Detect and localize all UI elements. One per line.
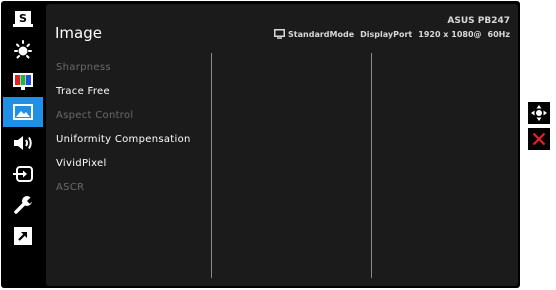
sidebar-item-sound[interactable]	[3, 128, 43, 158]
menu-item-ascr[interactable]: ASCR	[56, 182, 84, 193]
sidebar-item-color[interactable]	[3, 66, 43, 96]
osd-controls	[528, 102, 550, 182]
sidebar-item-shortcut[interactable]	[3, 221, 43, 251]
brightness-icon	[14, 40, 32, 59]
refresh-text: 60Hz	[487, 29, 510, 39]
page-title: Image	[55, 24, 102, 42]
menu-item-trace-free[interactable]: Trace Free	[56, 86, 110, 97]
close-icon	[532, 132, 546, 146]
sound-icon	[14, 136, 32, 150]
menu-item-vividpixel[interactable]: VividPixel	[56, 158, 107, 169]
splendid-icon-label: S	[19, 12, 27, 25]
menu-item-sharpness[interactable]: Sharpness	[56, 62, 111, 73]
system-setup-icon	[14, 196, 34, 214]
sidebar-item-brightness[interactable]	[3, 35, 43, 65]
mode-text: StandardMode	[288, 29, 355, 39]
close-button[interactable]	[528, 128, 550, 150]
image-icon	[13, 104, 33, 120]
column-divider	[211, 53, 212, 278]
sidebar: S	[3, 4, 43, 287]
splendid-icon: S	[13, 11, 33, 27]
sidebar-item-image[interactable]	[3, 97, 43, 127]
main-panel: Image ASUS PB247 StandardMode DisplayPor…	[46, 4, 518, 286]
status-line: StandardMode DisplayPort 1920 x 1080@ 60…	[274, 29, 510, 39]
navigate-icon	[531, 105, 547, 121]
shortcut-icon	[14, 227, 32, 245]
column-divider	[371, 53, 372, 278]
navigate-button[interactable]	[528, 102, 550, 124]
model-name: ASUS PB247	[447, 16, 510, 26]
sidebar-item-input-select[interactable]	[3, 159, 43, 189]
input-text: DisplayPort	[360, 29, 413, 39]
input-select-icon	[13, 166, 33, 182]
resolution-text: 1920 x 1080@	[418, 29, 482, 39]
menu-item-aspect-control[interactable]: Aspect Control	[56, 110, 134, 121]
sidebar-item-splendid[interactable]: S	[3, 4, 43, 34]
menu-item-uniformity-compensation[interactable]: Uniformity Compensation	[56, 134, 191, 145]
monitor-icon	[274, 29, 286, 39]
sidebar-item-system-setup[interactable]	[3, 190, 43, 220]
color-icon	[13, 73, 33, 90]
osd-window: S Image ASUS PB247 StandardMode DisplayP…	[1, 1, 520, 288]
